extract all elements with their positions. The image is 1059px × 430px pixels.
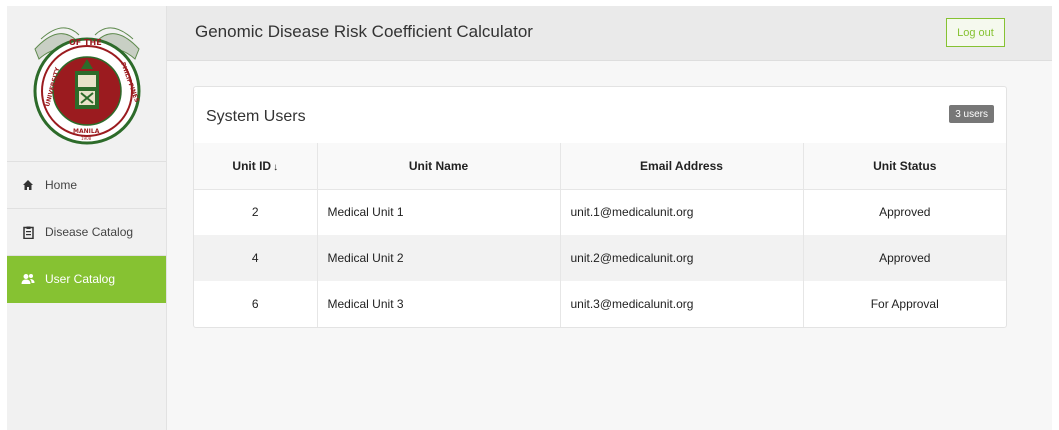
cell-status: For Approval [870, 297, 939, 311]
column-header-label: Unit ID [232, 158, 272, 173]
system-users-panel: System Users 3 users Unit ID ↓ Unit Name … [193, 86, 1007, 328]
logo-container: OF THE UNIVERSITY PHILIPPINES MANILA 190… [7, 6, 166, 161]
users-table: Unit ID ↓ Unit Name Email Address Unit St… [194, 143, 1006, 327]
user-count-badge: 3 users [949, 105, 994, 123]
cell-status: Approved [879, 205, 931, 220]
users-icon [21, 272, 35, 286]
sidebar-item-user-catalog[interactable]: User Catalog [7, 256, 166, 303]
cell-email: unit.3@medicalunit.org [560, 281, 804, 327]
column-header-unit-name[interactable]: Unit Name [317, 143, 561, 190]
column-header-unit-id[interactable]: Unit ID ↓ [194, 143, 318, 190]
sidebar: OF THE UNIVERSITY PHILIPPINES MANILA 190… [7, 6, 167, 430]
cell-status: Approved [803, 235, 1006, 281]
column-header-email[interactable]: Email Address [560, 143, 804, 190]
table-row[interactable]: 6 Medical Unit 3 unit.3@medicalunit.org … [194, 281, 1006, 327]
sidebar-item-home[interactable]: Home [7, 162, 166, 209]
svg-text:1908: 1908 [81, 136, 92, 141]
logout-button[interactable]: Log out [946, 18, 1005, 47]
cell-unit-id: 6 [194, 281, 318, 327]
cell-email: unit.2@medicalunit.org [560, 235, 804, 281]
svg-text:MANILA: MANILA [73, 128, 100, 135]
table-row[interactable]: 4 Medical Unit 2 unit.2@medicalunit.org … [194, 235, 1006, 281]
sidebar-nav: Home Disease Catalog User Catalog [7, 161, 166, 303]
home-icon [21, 178, 35, 192]
sidebar-item-label: Disease Catalog [45, 225, 134, 239]
cell-unit-name: Medical Unit 1 [317, 189, 561, 235]
cell-unit-name: Medical Unit 3 [317, 281, 561, 327]
sidebar-item-label: Home [45, 178, 78, 192]
svg-text:OF THE: OF THE [69, 38, 102, 47]
page-title: Genomic Disease Risk Coefficient Calcula… [195, 22, 533, 41]
clipboard-icon [21, 225, 35, 239]
main-content: System Users 3 users Unit ID ↓ Unit Name … [167, 61, 1052, 430]
table-header-row: Unit ID ↓ Unit Name Email Address Unit St… [194, 143, 1006, 190]
top-header: Genomic Disease Risk Coefficient Calcula… [167, 6, 1052, 61]
sort-down-icon: ↓ [273, 161, 279, 173]
sidebar-item-label: User Catalog [45, 272, 116, 286]
cell-email: unit.1@medicalunit.org [560, 189, 804, 235]
table-row[interactable]: 2 Medical Unit 1 unit.1@medicalunit.org … [194, 189, 1006, 235]
university-seal-logo: OF THE UNIVERSITY PHILIPPINES MANILA 190… [33, 27, 140, 144]
cell-unit-name: Medical Unit 2 [317, 235, 561, 281]
panel-title: System Users [206, 108, 306, 125]
cell-unit-id: 4 [194, 235, 318, 281]
column-header-status[interactable]: Unit Status [803, 143, 1006, 190]
sidebar-item-disease-catalog[interactable]: Disease Catalog [7, 209, 166, 256]
cell-unit-id: 2 [194, 189, 318, 235]
